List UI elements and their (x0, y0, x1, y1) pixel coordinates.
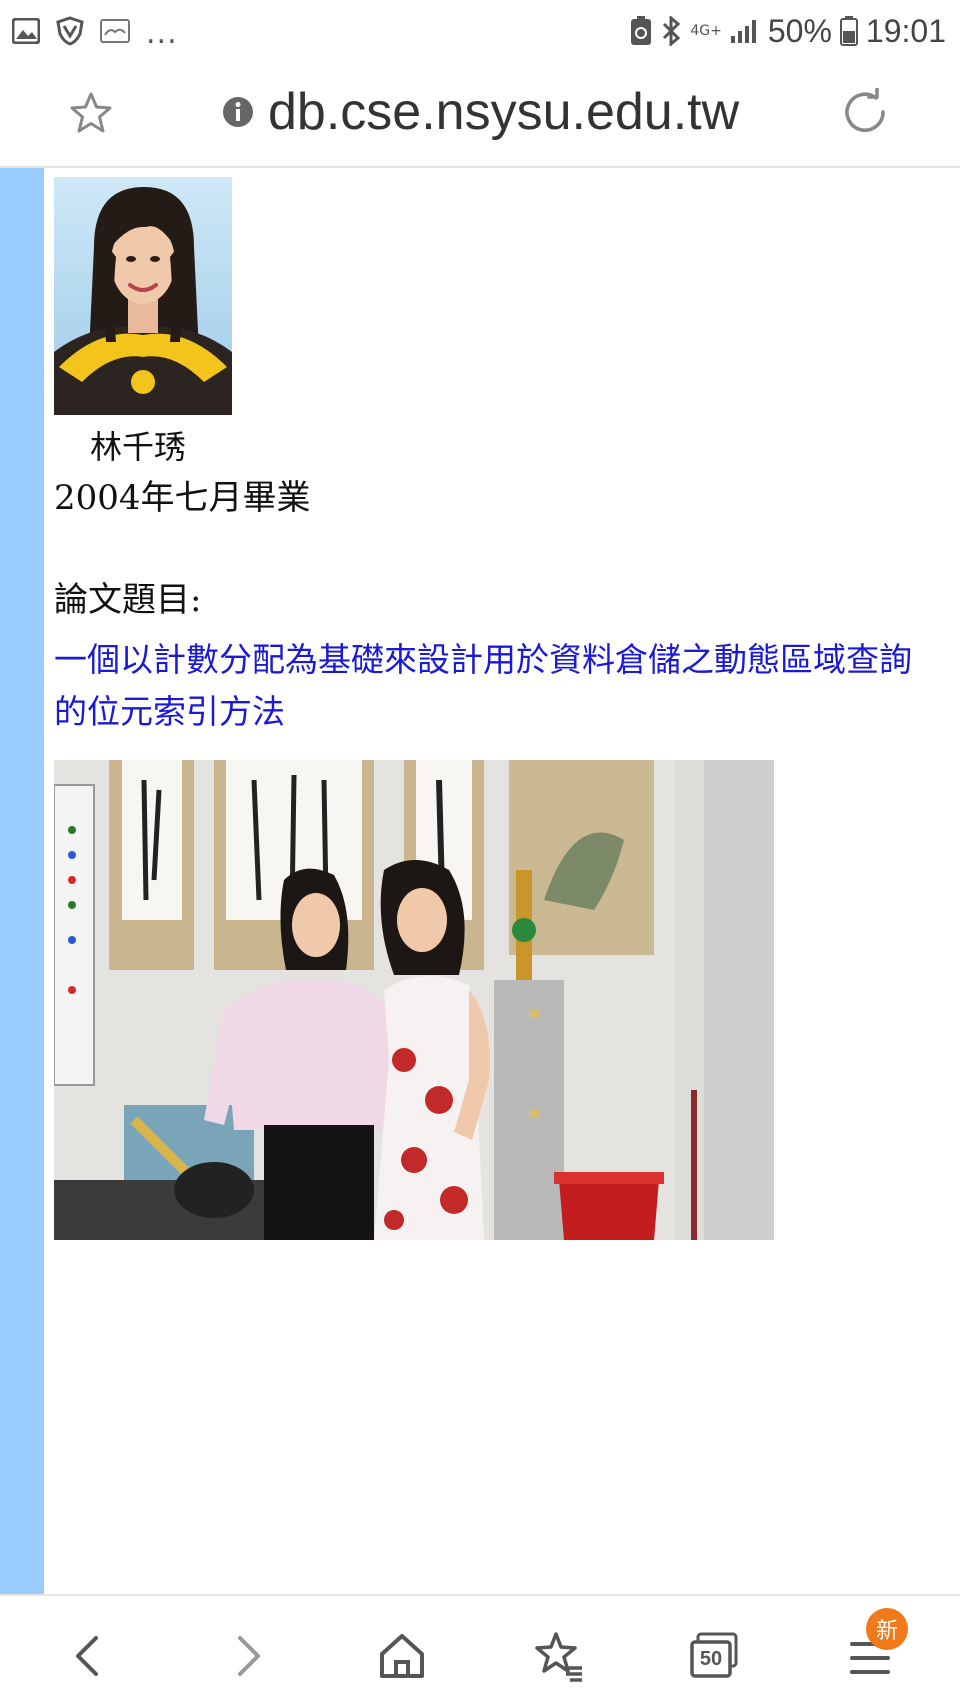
gallery-icon (12, 18, 40, 44)
url-text[interactable]: db.cse.nsysu.edu.tw (268, 82, 739, 142)
home-icon[interactable] (372, 1626, 432, 1686)
thesis-title-link[interactable]: 一個以計數分配為基礎來設計用於資料倉儲之動態區域查詢的位元索引方法 (54, 634, 934, 738)
recycle-battery-icon (631, 16, 652, 45)
back-icon[interactable] (60, 1626, 120, 1686)
graduate-name: 林千琇 (90, 428, 187, 466)
notification-icons: ... (12, 12, 178, 51)
clock: 19:01 (865, 12, 946, 49)
system-status: 4G+ 50% 19:01 (630, 13, 946, 50)
page-content: 林千琇 2004年七月畢業 論文題目: 一個以計數分配為基礎來設計用於資料倉儲之… (44, 168, 960, 1594)
bookmark-star-icon[interactable] (68, 90, 114, 136)
status-bar: ... 4G+ 50% 19:01 (0, 0, 960, 62)
page-side-stripe (0, 168, 44, 1594)
tab-count: 50 (699, 1648, 723, 1670)
network-type: 4G+ (690, 23, 722, 39)
battery-icon (839, 16, 858, 46)
shield-icon (56, 16, 84, 46)
signal-icon (730, 20, 756, 43)
graduation-date: 2004年七月畢業 (54, 478, 311, 518)
forward-icon[interactable] (216, 1626, 276, 1686)
graduate-portrait-photo (54, 177, 232, 415)
reload-icon[interactable] (840, 88, 890, 138)
bluetooth-icon (663, 16, 681, 46)
bookmarks-icon[interactable] (528, 1626, 588, 1686)
tabs-button[interactable]: 50 (684, 1626, 744, 1686)
group-photo (54, 760, 774, 1240)
bottom-navigation: 50 新 (0, 1594, 960, 1706)
info-icon[interactable] (222, 96, 254, 128)
screen-icon (100, 19, 130, 43)
menu-new-badge: 新 (866, 1608, 908, 1650)
thesis-label: 論文題目: (54, 580, 202, 620)
battery-level: 50% (767, 12, 832, 49)
address-bar: db.cse.nsysu.edu.tw (0, 62, 960, 168)
more-notifications: ... (146, 15, 178, 51)
